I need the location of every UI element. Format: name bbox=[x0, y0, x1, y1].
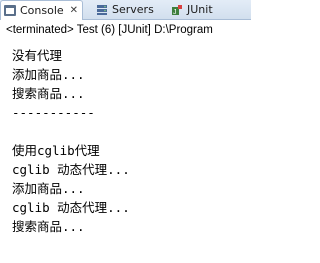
console-icon bbox=[4, 5, 16, 16]
tab-console-label: Console bbox=[20, 4, 64, 17]
svg-text:J: J bbox=[173, 9, 177, 16]
console-line: 添加商品... bbox=[12, 67, 85, 82]
tab-console[interactable]: Console ✕ bbox=[0, 0, 84, 20]
console-line: 搜索商品... bbox=[12, 219, 85, 234]
console-line: 使用cglib代理 bbox=[12, 143, 100, 158]
junit-icon: J bbox=[171, 4, 183, 16]
console-line: cglib 动态代理... bbox=[12, 162, 130, 177]
tab-junit[interactable]: J JUnit bbox=[171, 0, 213, 19]
console-line: cglib 动态代理... bbox=[12, 200, 130, 215]
console-output[interactable]: 没有代理 添加商品... 搜索商品... ----------- 使用cglib… bbox=[12, 46, 250, 236]
servers-icon bbox=[96, 4, 108, 16]
tab-junit-label: JUnit bbox=[187, 3, 213, 16]
console-line: 搜索商品... bbox=[12, 86, 85, 101]
console-line: 没有代理 bbox=[12, 48, 63, 63]
view-tab-bar: Console ✕ Servers J JUnit bbox=[0, 0, 251, 20]
launch-status: <terminated> Test (6) [JUnit] D:\Program bbox=[6, 24, 213, 36]
console-line: 添加商品... bbox=[12, 181, 85, 196]
tab-servers[interactable]: Servers bbox=[96, 0, 154, 19]
close-icon[interactable]: ✕ bbox=[70, 5, 78, 16]
tab-servers-label: Servers bbox=[112, 3, 154, 16]
console-line: ----------- bbox=[12, 105, 95, 120]
